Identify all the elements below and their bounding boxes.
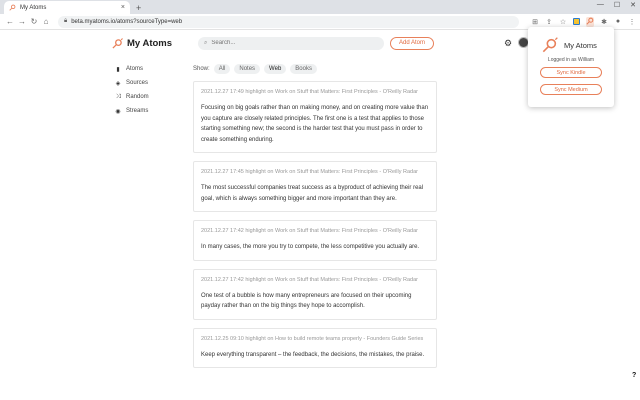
atom-card[interactable]: 2021.12.27 17:42 highlight on Work on St… (193, 220, 437, 261)
close-window-icon[interactable]: ✕ (630, 1, 636, 9)
myatoms-favicon-icon (9, 4, 16, 11)
help-button[interactable]: ? (632, 372, 636, 379)
translate-icon[interactable]: ⊞ (531, 18, 539, 26)
atom-text: In many cases, the more you try to compe… (201, 244, 420, 250)
atom-meta[interactable]: 2021.12.27 17:42 highlight on Work on St… (201, 276, 429, 285)
sync-medium-button[interactable]: Sync Medium (540, 84, 602, 95)
sidebar-item-atoms[interactable]: ▮ Atoms (114, 62, 184, 76)
forward-icon[interactable]: → (16, 17, 28, 26)
atom-text: One test of a bubble is how many entrepr… (201, 292, 412, 310)
window-controls: — ☐ ✕ (597, 1, 636, 9)
sidebar-item-label: Random (126, 94, 149, 100)
sidebar-item-random[interactable]: ⤨ Random (114, 90, 184, 104)
atom-card[interactable]: 2021.12.25 09:10 highlight on How to bui… (193, 327, 437, 368)
popup-title-text: My Atoms (564, 40, 597, 50)
atom-text: Focusing on big goals rather than on mak… (201, 105, 429, 143)
search-input[interactable] (211, 40, 378, 46)
filter-all[interactable]: All (213, 64, 231, 74)
url-text: beta.myatoms.io/atoms?sourceType=web (71, 18, 183, 25)
back-icon[interactable]: ← (4, 17, 16, 26)
gear-icon[interactable]: ⚙ (504, 38, 512, 49)
tab-close-icon[interactable]: × (121, 4, 125, 11)
add-atom-button[interactable]: Add Atom (390, 36, 434, 50)
myatoms-logo-icon (112, 37, 123, 49)
profile-icon[interactable]: ● (614, 18, 622, 25)
atom-text: The most successful companies treat succ… (201, 185, 424, 202)
atom-list: 2021.12.27 17:49 highlight on Work on St… (193, 81, 437, 376)
tab-title: My Atoms (20, 4, 47, 11)
atom-text: Keep everything transparent – the feedba… (201, 351, 425, 358)
filter-label: Show: (193, 66, 210, 72)
atom-card[interactable]: 2021.12.27 17:49 highlight on Work on St… (193, 81, 437, 153)
search-icon: ⌕ (204, 39, 208, 46)
sidebar-item-sources[interactable]: ◈ Sources (114, 76, 184, 90)
source-filter: Show: All Notes Web Books (193, 64, 317, 74)
stream-icon: ◉ (115, 108, 121, 115)
layers-icon: ◈ (115, 80, 121, 87)
filter-books[interactable]: Books (290, 64, 317, 74)
filter-web[interactable]: Web (264, 64, 287, 74)
sidebar-item-streams[interactable]: ◉ Streams (114, 104, 184, 118)
bookmark-star-icon[interactable]: ☆ (559, 18, 567, 26)
myatoms-extension-icon[interactable] (586, 16, 594, 27)
extension-popup: My Atoms Logged in as William Sync Kindl… (528, 27, 614, 107)
share-icon[interactable]: ⇪ (545, 18, 553, 26)
atom-card[interactable]: 2021.12.27 17:42 highlight on Work on St… (193, 268, 437, 320)
browser-tabbar: My Atoms × + — ☐ ✕ (0, 0, 640, 14)
menu-dots-icon[interactable]: ⋮ (628, 18, 636, 26)
atom-meta[interactable]: 2021.12.25 09:10 highlight on How to bui… (201, 335, 429, 344)
new-tab-button[interactable]: + (136, 2, 141, 14)
book-icon: ▮ (116, 66, 120, 73)
popup-title: My Atoms (542, 37, 597, 53)
shuffle-icon: ⤨ (115, 93, 121, 100)
minimize-icon[interactable]: — (597, 1, 604, 9)
atom-meta[interactable]: 2021.12.27 17:49 highlight on Work on St… (201, 88, 429, 97)
puzzle-extensions-icon[interactable]: ✱ (600, 18, 608, 26)
brand-name: My Atoms (127, 37, 173, 49)
reload-icon[interactable]: ↻ (28, 17, 40, 26)
lock-icon: 🔒︎ (64, 18, 68, 24)
atom-meta[interactable]: 2021.12.27 17:42 highlight on Work on St… (201, 227, 429, 236)
extension-yellow-icon[interactable] (573, 18, 580, 25)
browser-tab[interactable]: My Atoms × (4, 1, 130, 14)
search-box[interactable]: ⌕ (198, 36, 384, 50)
atom-card[interactable]: 2021.12.27 17:45 highlight on Work on St… (193, 161, 437, 212)
brand[interactable]: My Atoms (112, 38, 172, 49)
filter-notes[interactable]: Notes (234, 64, 261, 74)
maximize-icon[interactable]: ☐ (614, 1, 620, 9)
sidebar-item-label: Sources (126, 80, 149, 86)
logged-in-status: Logged in as William (547, 57, 595, 63)
address-bar[interactable]: 🔒︎ beta.myatoms.io/atoms?sourceType=web (58, 15, 519, 28)
sidebar-item-label: Streams (126, 108, 149, 114)
sidebar: ▮ Atoms ◈ Sources ⤨ Random ◉ Streams (114, 62, 184, 118)
myatoms-logo-icon (542, 37, 558, 53)
sidebar-item-label: Atoms (126, 66, 144, 72)
sync-kindle-button[interactable]: Sync Kindle (540, 67, 602, 78)
atom-meta[interactable]: 2021.12.27 17:45 highlight on Work on St… (201, 168, 429, 177)
home-icon[interactable]: ⌂ (40, 17, 52, 26)
